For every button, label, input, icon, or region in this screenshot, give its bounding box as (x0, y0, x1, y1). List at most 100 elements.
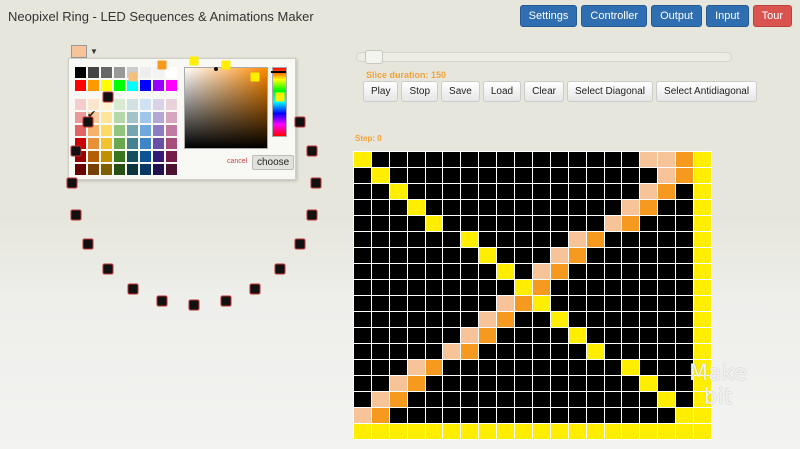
matrix-cell[interactable] (604, 312, 622, 327)
palette-swatch[interactable] (75, 67, 86, 78)
matrix-cell[interactable] (604, 296, 622, 311)
matrix-cell[interactable] (443, 296, 461, 311)
matrix-cell[interactable] (640, 344, 658, 359)
matrix-cell[interactable] (586, 168, 604, 183)
matrix-cell[interactable] (658, 312, 676, 327)
matrix-cell[interactable] (550, 328, 568, 343)
palette-swatch[interactable] (101, 164, 112, 175)
matrix-cell[interactable] (443, 264, 461, 279)
palette-swatch[interactable] (127, 138, 138, 149)
matrix-cell[interactable] (640, 184, 658, 199)
palette-swatch[interactable] (127, 151, 138, 162)
matrix-cell[interactable] (425, 392, 443, 407)
palette-swatch[interactable] (127, 164, 138, 175)
matrix-cell[interactable] (389, 152, 407, 167)
matrix-cell[interactable] (586, 264, 604, 279)
matrix-cell[interactable] (461, 280, 479, 295)
matrix-cell[interactable] (443, 424, 461, 439)
matrix-cell[interactable] (622, 200, 640, 215)
matrix-cell[interactable] (371, 344, 389, 359)
matrix-cell[interactable] (604, 280, 622, 295)
matrix-cell[interactable] (586, 392, 604, 407)
ring-led[interactable] (294, 116, 306, 128)
matrix-cell[interactable] (425, 408, 443, 423)
sv-cursor[interactable] (214, 67, 218, 71)
matrix-cell[interactable] (371, 200, 389, 215)
matrix-cell[interactable] (568, 232, 586, 247)
matrix-cell[interactable] (532, 328, 550, 343)
palette-swatch[interactable] (166, 99, 177, 110)
matrix-cell[interactable] (354, 344, 371, 359)
matrix-cell[interactable] (532, 280, 550, 295)
matrix-cell[interactable] (622, 360, 640, 375)
palette-swatch[interactable] (127, 125, 138, 136)
matrix-cell[interactable] (443, 376, 461, 391)
matrix-cell[interactable] (497, 152, 515, 167)
matrix-cell[interactable] (407, 216, 425, 231)
matrix-cell[interactable] (443, 232, 461, 247)
matrix-cell[interactable] (604, 408, 622, 423)
matrix-cell[interactable] (568, 328, 586, 343)
matrix-cell[interactable] (407, 312, 425, 327)
matrix-cell[interactable] (550, 248, 568, 263)
matrix-cell[interactable] (622, 152, 640, 167)
matrix-cell[interactable] (694, 200, 711, 215)
matrix-cell[interactable] (694, 168, 711, 183)
matrix-cell[interactable] (515, 312, 532, 327)
palette-swatch[interactable] (88, 125, 99, 136)
ring-led[interactable] (294, 238, 306, 250)
matrix-cell[interactable] (425, 184, 443, 199)
matrix-cell[interactable] (532, 392, 550, 407)
matrix-cell[interactable] (532, 152, 550, 167)
matrix-cell[interactable] (515, 296, 532, 311)
matrix-cell[interactable] (586, 328, 604, 343)
palette-swatch[interactable] (88, 67, 99, 78)
matrix-cell[interactable] (694, 152, 711, 167)
matrix-cell[interactable] (586, 232, 604, 247)
matrix-cell[interactable] (407, 264, 425, 279)
matrix-cell[interactable] (550, 360, 568, 375)
matrix-cell[interactable] (568, 200, 586, 215)
matrix-cell[interactable] (658, 408, 676, 423)
matrix-cell[interactable] (676, 296, 694, 311)
palette-swatch[interactable] (88, 151, 99, 162)
matrix-cell[interactable] (515, 168, 532, 183)
matrix-cell[interactable] (515, 152, 532, 167)
matrix-cell[interactable] (425, 360, 443, 375)
matrix-cell[interactable] (532, 344, 550, 359)
matrix-cell[interactable] (622, 328, 640, 343)
matrix-cell[interactable] (622, 296, 640, 311)
ring-led[interactable] (188, 299, 200, 311)
matrix-cell[interactable] (479, 296, 497, 311)
matrix-cell[interactable] (425, 200, 443, 215)
matrix-cell[interactable] (461, 264, 479, 279)
matrix-cell[interactable] (407, 424, 425, 439)
matrix-cell[interactable] (568, 248, 586, 263)
matrix-cell[interactable] (425, 344, 443, 359)
matrix-cell[interactable] (497, 168, 515, 183)
matrix-cell[interactable] (497, 424, 515, 439)
matrix-cell[interactable] (461, 248, 479, 263)
matrix-cell[interactable] (407, 296, 425, 311)
matrix-cell[interactable] (676, 232, 694, 247)
matrix-cell[interactable] (354, 312, 371, 327)
clear-button[interactable]: Clear (524, 81, 564, 102)
matrix-cell[interactable] (568, 408, 586, 423)
matrix-cell[interactable] (407, 168, 425, 183)
matrix-cell[interactable] (497, 264, 515, 279)
palette-swatch[interactable] (101, 67, 112, 78)
matrix-cell[interactable] (640, 296, 658, 311)
matrix-cell[interactable] (586, 200, 604, 215)
palette-swatch[interactable] (101, 125, 112, 136)
matrix-cell[interactable] (640, 392, 658, 407)
matrix-cell[interactable] (640, 264, 658, 279)
matrix-cell[interactable] (371, 296, 389, 311)
matrix-cell[interactable] (676, 248, 694, 263)
matrix-cell[interactable] (676, 216, 694, 231)
matrix-cell[interactable] (694, 280, 711, 295)
matrix-cell[interactable] (389, 184, 407, 199)
matrix-cell[interactable] (479, 376, 497, 391)
matrix-cell[interactable] (425, 168, 443, 183)
palette-swatch[interactable] (153, 164, 164, 175)
matrix-cell[interactable] (497, 232, 515, 247)
